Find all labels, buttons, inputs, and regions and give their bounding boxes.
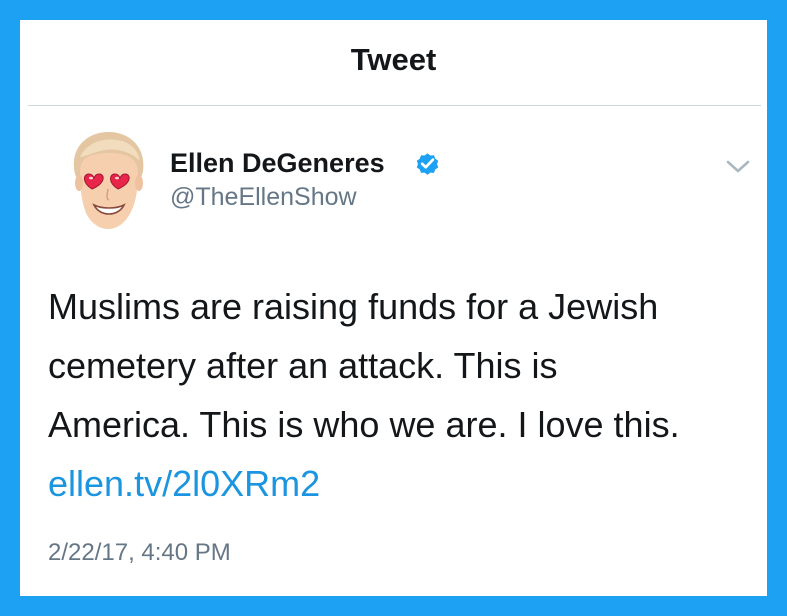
tweet-link[interactable]: ellen.tv/2l0XRm2: [48, 463, 320, 504]
verified-badge-icon: [416, 153, 439, 175]
header-divider: [28, 105, 761, 106]
chevron-down-icon[interactable]: [723, 156, 753, 178]
tweet-text: Muslims are raising funds for a Jewish c…: [48, 277, 748, 513]
author-name[interactable]: Ellen DeGeneres: [170, 148, 385, 179]
avatar[interactable]: [66, 127, 150, 233]
page-title: Tweet: [350, 42, 437, 77]
author-handle[interactable]: @TheEllenShow: [170, 183, 357, 212]
tweet-timestamp: 2/22/17, 4:40 PM: [48, 539, 231, 566]
tweet-text-line: cemetery after an attack. This is: [48, 345, 558, 386]
tweet-card: Tweet Ellen DeGeneres @TheEllenShow Musl…: [20, 20, 767, 596]
tweet-text-line: Muslims are raising funds for a Jewish: [48, 286, 659, 327]
avatar-face: [80, 153, 138, 229]
tweet-text-line: America. This is who we are. I love this…: [48, 404, 680, 445]
